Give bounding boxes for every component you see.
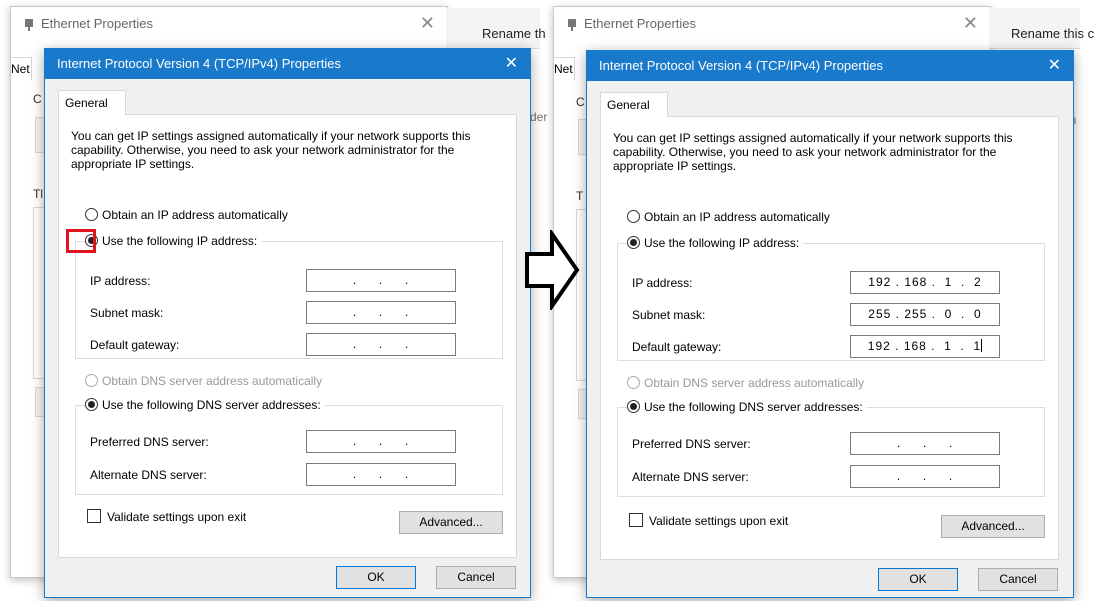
validate-settings-checkbox[interactable]: Validate settings upon exit (87, 509, 246, 524)
cancel-button[interactable]: Cancel (978, 568, 1058, 591)
text-cursor (981, 339, 983, 352)
subnet-mask-input[interactable]: . . . (306, 301, 456, 324)
obtain-dns-auto-option[interactable]: Obtain DNS server address automatically (85, 373, 322, 389)
ethernet-label-fragment: C (576, 95, 585, 109)
panel-after: Ethernet Properties ✕ Net C T Rename thi… (540, 0, 1094, 601)
default-gateway-label: Default gateway: (90, 338, 180, 352)
ethernet-tab-fragment[interactable]: Net (11, 57, 32, 80)
tab-general[interactable]: General (58, 90, 126, 115)
advanced-button[interactable]: Advanced... (399, 511, 503, 534)
preferred-dns-label: Preferred DNS server: (90, 435, 209, 449)
dialog-title-bar: Internet Protocol Version 4 (TCP/IPv4) P… (45, 49, 530, 79)
close-icon[interactable]: ✕ (505, 49, 518, 79)
panel-before: Ethernet Properties ✕ Net C Tl Rename th… (0, 0, 547, 601)
advanced-button[interactable]: Advanced... (941, 515, 1045, 538)
default-gateway-label: Default gateway: (632, 340, 722, 354)
rename-link[interactable]: Rename th (482, 26, 546, 41)
radio-button-selected[interactable] (85, 398, 98, 411)
ethernet-close-icon[interactable]: ✕ (963, 11, 978, 35)
checkbox-box[interactable] (629, 513, 643, 527)
default-gateway-input[interactable]: 192 . 168 . 1 . 1 (850, 335, 1000, 358)
radio-button[interactable] (627, 210, 640, 223)
ethernet-label-fragment: Tl (33, 187, 43, 201)
preferred-dns-input[interactable]: . . . (850, 432, 1000, 455)
dialog-title-bar: Internet Protocol Version 4 (TCP/IPv4) P… (587, 51, 1073, 81)
default-gateway-input[interactable]: . . . (306, 333, 456, 356)
red-highlight-box (66, 229, 96, 253)
validate-settings-checkbox[interactable]: Validate settings upon exit (629, 513, 788, 528)
rename-link[interactable]: Rename this c (1011, 26, 1094, 41)
dns-group: Preferred DNS server: . . . Alternate DN… (75, 405, 503, 495)
right-arrow-icon (525, 230, 580, 310)
ip-address-label: IP address: (632, 276, 693, 290)
dialog-title: Internet Protocol Version 4 (TCP/IPv4) P… (599, 58, 883, 73)
general-tab-panel: You can get IP settings assigned automat… (58, 114, 517, 558)
subnet-mask-input[interactable]: 255 . 255 . 0 . 0 (850, 303, 1000, 326)
tab-general[interactable]: General (600, 92, 668, 117)
ok-button[interactable]: OK (336, 566, 416, 589)
use-following-dns-option[interactable]: Use the following DNS server addresses: (627, 399, 867, 415)
alternate-dns-label: Alternate DNS server: (632, 470, 749, 484)
subnet-mask-label: Subnet mask: (90, 306, 164, 320)
obtain-ip-auto-option[interactable]: Obtain an IP address automatically (627, 209, 830, 225)
radio-button-selected[interactable] (627, 236, 640, 249)
subnet-mask-label: Subnet mask: (632, 308, 706, 322)
ip-address-input[interactable]: 192 . 168 . 1 . 2 (850, 271, 1000, 294)
alternate-dns-input[interactable]: . . . (306, 463, 456, 486)
radio-button-selected[interactable] (627, 400, 640, 413)
intro-text: You can get IP settings assigned automat… (613, 131, 1013, 173)
ip-address-label: IP address: (90, 274, 151, 288)
obtain-ip-auto-option[interactable]: Obtain an IP address automatically (85, 207, 288, 223)
ethernet-close-icon[interactable]: ✕ (420, 11, 435, 35)
ip-address-input[interactable]: . . . (306, 269, 456, 292)
ipv4-properties-dialog: Internet Protocol Version 4 (TCP/IPv4) P… (586, 50, 1074, 598)
close-icon[interactable]: ✕ (1048, 51, 1061, 81)
ethernet-label-fragment: C (33, 92, 42, 106)
ipv4-properties-dialog: Internet Protocol Version 4 (TCP/IPv4) P… (44, 48, 531, 598)
network-adapter-icon (568, 18, 576, 31)
network-adapter-icon (25, 18, 33, 31)
radio-button[interactable] (85, 208, 98, 221)
checkbox-box[interactable] (87, 509, 101, 523)
intro-text: You can get IP settings assigned automat… (71, 129, 471, 171)
general-tab-panel: You can get IP settings assigned automat… (600, 116, 1059, 560)
dialog-title: Internet Protocol Version 4 (TCP/IPv4) P… (57, 56, 341, 71)
preferred-dns-label: Preferred DNS server: (632, 437, 751, 451)
use-following-dns-option[interactable]: Use the following DNS server addresses: (85, 397, 325, 413)
ethernet-window-title: Ethernet Properties (566, 12, 696, 36)
alternate-dns-input[interactable]: . . . (850, 465, 1000, 488)
ethernet-window-title: Ethernet Properties (23, 12, 153, 36)
use-following-ip-option[interactable]: Use the following IP address: (627, 235, 804, 251)
dns-group: Preferred DNS server: . . . Alternate DN… (617, 407, 1045, 497)
rename-toolbar: Rename th (446, 8, 546, 49)
ok-button[interactable]: OK (878, 568, 958, 591)
radio-button[interactable] (627, 376, 640, 389)
obtain-dns-auto-option[interactable]: Obtain DNS server address automatically (627, 375, 864, 391)
alternate-dns-label: Alternate DNS server: (90, 468, 207, 482)
ip-address-group: IP address: . . . Subnet mask: . . . Def… (75, 241, 503, 359)
radio-button[interactable] (85, 374, 98, 387)
ethernet-label-fragment: T (576, 189, 584, 203)
preferred-dns-input[interactable]: . . . (306, 430, 456, 453)
cancel-button[interactable]: Cancel (436, 566, 516, 589)
use-following-ip-option[interactable]: Use the following IP address: (85, 233, 262, 249)
ethernet-tab-fragment[interactable]: Net (554, 57, 575, 80)
rename-toolbar: Rename this c (989, 8, 1094, 49)
ip-address-group: IP address: 192 . 168 . 1 . 2 Subnet mas… (617, 243, 1045, 361)
